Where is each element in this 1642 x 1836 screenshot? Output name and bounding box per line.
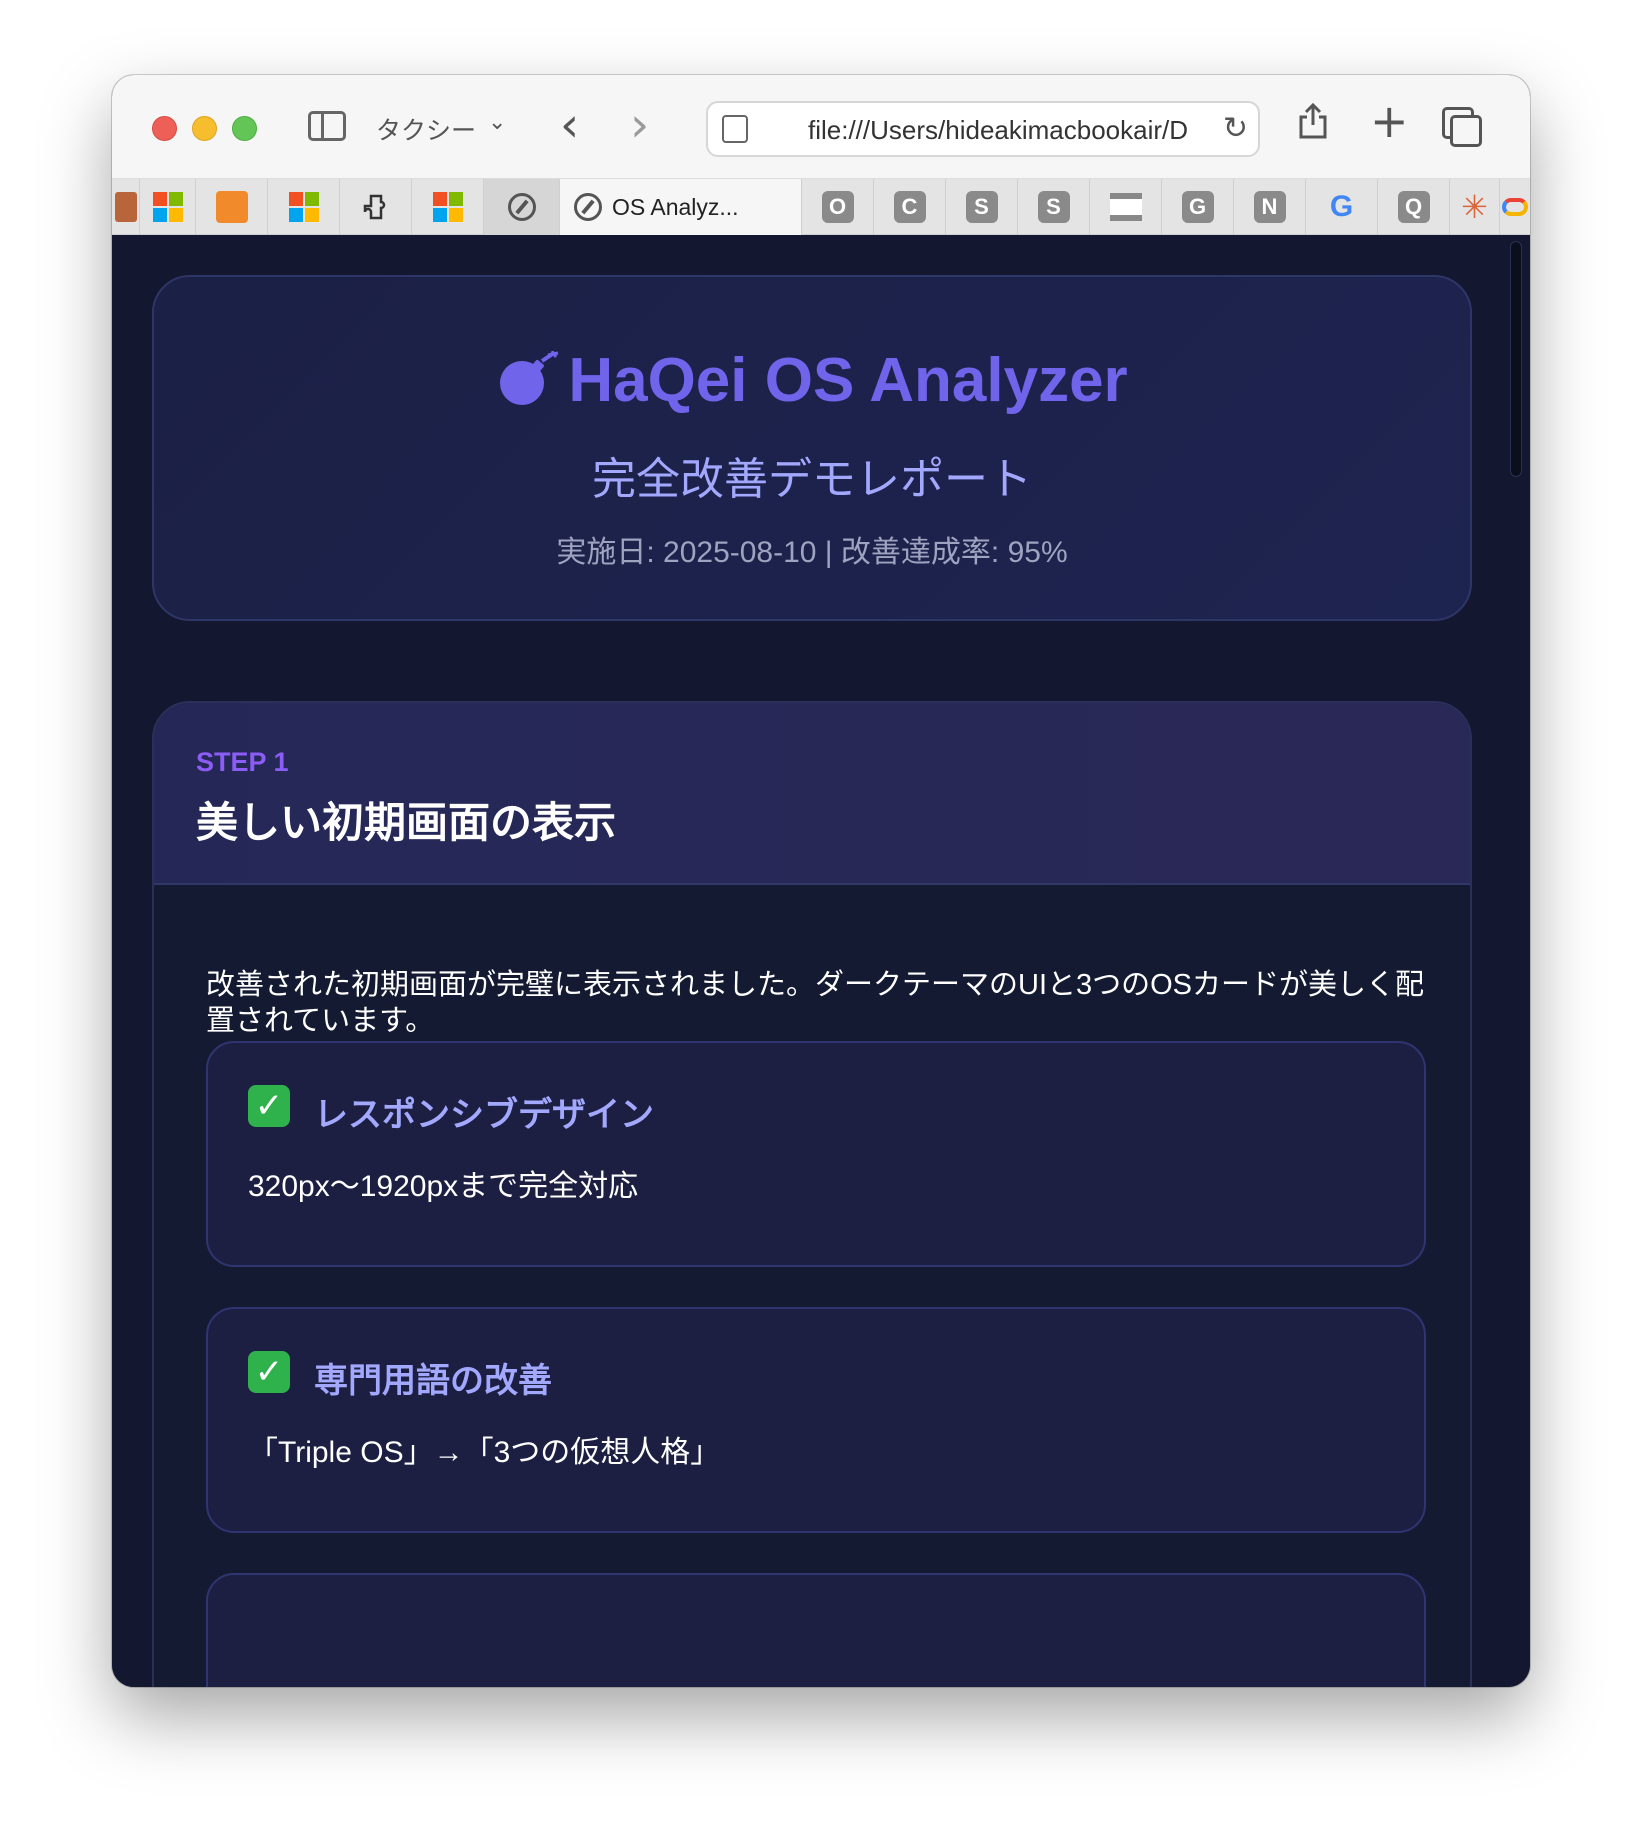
cloud-icon bbox=[1502, 198, 1528, 216]
pinned-tab-bookmark[interactable] bbox=[112, 179, 140, 235]
url-text[interactable]: file:///Users/hideakimacbookair/D bbox=[808, 115, 1198, 146]
pinned-tab-puzzle[interactable] bbox=[340, 179, 412, 235]
microsoft-logo-icon bbox=[288, 192, 319, 222]
pinned-tab-s[interactable]: S bbox=[946, 179, 1018, 235]
letter-n-icon: N bbox=[1253, 191, 1286, 223]
forward-button[interactable]: › bbox=[630, 97, 649, 153]
letter-o-icon: O bbox=[821, 191, 854, 223]
feature-title: 専門用語の改善 bbox=[314, 1362, 552, 1400]
zoom-window-button[interactable] bbox=[232, 116, 257, 141]
pinned-tab-g[interactable]: G bbox=[1162, 179, 1234, 235]
tab-overview-icon[interactable] bbox=[1442, 107, 1482, 147]
tab-os-analyzer[interactable]: OS Analyz... bbox=[560, 179, 802, 235]
pinned-tab-cloud[interactable] bbox=[1500, 179, 1530, 235]
new-tab-icon[interactable]: + bbox=[1370, 93, 1409, 149]
active-tab-title: OS Analyz... bbox=[612, 193, 739, 220]
reload-icon[interactable]: ↻ bbox=[1223, 111, 1248, 146]
step-title: 美しい初期画面の表示 bbox=[196, 799, 617, 846]
app-title: HaQei OS Analyzer bbox=[154, 345, 1470, 416]
compass-icon bbox=[507, 193, 536, 221]
pinned-tab-c[interactable]: C bbox=[874, 179, 946, 235]
compass-icon bbox=[574, 193, 602, 221]
puzzle-icon bbox=[363, 194, 385, 220]
address-bar[interactable]: file:///Users/hideakimacbookair/D ↻ bbox=[706, 101, 1260, 157]
close-window-button[interactable] bbox=[152, 116, 177, 141]
feature-description: 320px〜1920pxまで完全対応 bbox=[248, 1170, 639, 1203]
pinned-tab-compass[interactable] bbox=[484, 179, 560, 235]
report-subtitle: 完全改善デモレポート bbox=[592, 455, 1032, 504]
pinned-tab-microsoft-2[interactable] bbox=[268, 179, 340, 235]
pinned-tab-s-2[interactable]: S bbox=[1018, 179, 1090, 235]
page-menu-icon[interactable] bbox=[722, 115, 748, 143]
pinned-tab-q[interactable]: Q bbox=[1378, 179, 1450, 235]
pinned-tab-microsoft-3[interactable] bbox=[412, 179, 484, 235]
pinned-tab-lines[interactable] bbox=[1090, 179, 1162, 235]
orange-app-icon bbox=[215, 191, 248, 223]
minimize-window-button[interactable] bbox=[192, 116, 217, 141]
pinned-tab-n[interactable]: N bbox=[1234, 179, 1306, 235]
browser-toolbar: タクシー ⌄ ‹ › file:///Users/hideakimacbooka… bbox=[112, 75, 1530, 179]
feature-description: 「Triple OS」→「3つの仮想人格」 bbox=[248, 1436, 721, 1469]
step-label: STEP 1 bbox=[196, 747, 289, 777]
bomb-icon bbox=[500, 350, 559, 405]
letter-g-icon: G bbox=[1181, 191, 1214, 223]
pinned-tab-o[interactable]: O bbox=[802, 179, 874, 235]
step-header: STEP 1 美しい初期画面の表示 bbox=[154, 703, 1470, 885]
share-icon[interactable] bbox=[1298, 103, 1328, 139]
browser-window: タクシー ⌄ ‹ › file:///Users/hideakimacbooka… bbox=[112, 75, 1530, 1687]
microsoft-logo-icon bbox=[432, 192, 463, 222]
pinned-tab-orange[interactable] bbox=[196, 179, 268, 235]
back-button[interactable]: ‹ bbox=[560, 97, 579, 153]
sparkle-icon: ✳ bbox=[1461, 188, 1488, 226]
lines-icon bbox=[1109, 193, 1142, 221]
page-content: HaQei OS Analyzer 完全改善デモレポート 実施日: 2025-0… bbox=[112, 235, 1530, 1687]
microsoft-logo-icon bbox=[152, 192, 183, 222]
feature-card bbox=[206, 1573, 1426, 1687]
step-description: 改善された初期画面が完璧に表示されました。ダークテーマのUIと3つのOSカードが… bbox=[206, 969, 1425, 1037]
feature-title: レスポンシブデザイン bbox=[314, 1096, 654, 1134]
letter-s-icon: S bbox=[965, 191, 998, 223]
letter-c-icon: C bbox=[893, 191, 926, 223]
bookmark-favicon-icon bbox=[114, 192, 137, 222]
pinned-tab-claude[interactable]: ✳ bbox=[1450, 179, 1500, 235]
letter-s-icon: S bbox=[1037, 191, 1070, 223]
step-card: STEP 1 美しい初期画面の表示 改善された初期画面が完璧に表示されました。ダ… bbox=[152, 701, 1472, 1687]
scrollbar-thumb[interactable] bbox=[1510, 241, 1522, 477]
feature-card: ✓ 専門用語の改善 「Triple OS」→「3つの仮想人格」 bbox=[206, 1307, 1426, 1533]
check-mark-icon: ✓ bbox=[248, 1351, 290, 1393]
tab-group-label[interactable]: タクシー bbox=[376, 111, 476, 147]
pinned-tab-microsoft[interactable] bbox=[140, 179, 196, 235]
tab-strip: OS Analyz... O C S S G N G Q ✳ bbox=[112, 179, 1530, 235]
report-header-card: HaQei OS Analyzer 完全改善デモレポート 実施日: 2025-0… bbox=[152, 275, 1472, 621]
sidebar-toggle-icon[interactable] bbox=[308, 111, 346, 141]
google-logo-icon: G bbox=[1329, 190, 1354, 223]
app-title-text: HaQei OS Analyzer bbox=[568, 346, 1128, 415]
check-mark-icon: ✓ bbox=[248, 1085, 290, 1127]
letter-q-icon: Q bbox=[1397, 191, 1430, 223]
report-meta: 実施日: 2025-08-10 | 改善達成率: 95% bbox=[556, 536, 1068, 569]
feature-card: ✓ レスポンシブデザイン 320px〜1920pxまで完全対応 bbox=[206, 1041, 1426, 1267]
pinned-tab-google[interactable]: G bbox=[1306, 179, 1378, 235]
chevron-down-icon[interactable]: ⌄ bbox=[488, 109, 506, 135]
